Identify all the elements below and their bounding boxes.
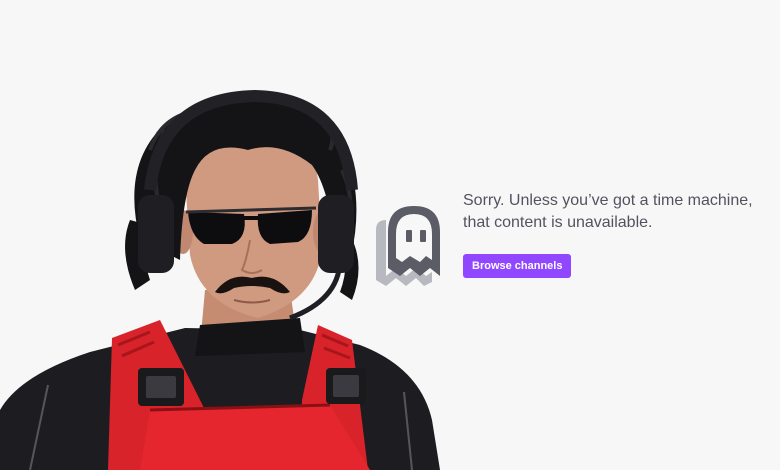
error-message-block: Sorry. Unless you’ve got a time machine,… <box>463 190 763 278</box>
error-page: Sorry. Unless you’ve got a time machine,… <box>0 0 780 470</box>
browse-channels-button[interactable]: Browse channels <box>463 254 572 278</box>
ghost-icon <box>376 206 440 286</box>
error-message: Sorry. Unless you’ve got a time machine,… <box>463 192 753 231</box>
